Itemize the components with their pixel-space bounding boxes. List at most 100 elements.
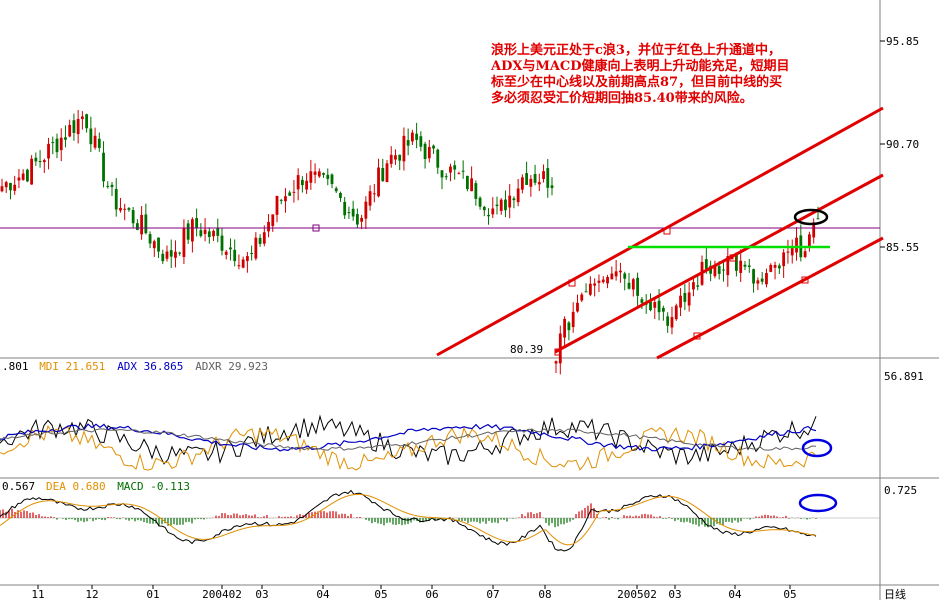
candle bbox=[279, 199, 283, 201]
candle bbox=[499, 199, 503, 211]
candle bbox=[529, 178, 533, 187]
candle bbox=[491, 208, 495, 215]
candle bbox=[30, 158, 34, 185]
candle bbox=[330, 174, 334, 185]
candle bbox=[360, 217, 364, 222]
candle bbox=[419, 136, 423, 147]
candle bbox=[687, 292, 691, 306]
candle bbox=[495, 204, 499, 207]
time-tick-label: 07 bbox=[486, 588, 499, 600]
candle bbox=[803, 251, 807, 258]
candle bbox=[542, 171, 545, 179]
candle bbox=[140, 214, 144, 235]
candle bbox=[267, 221, 270, 232]
candle bbox=[89, 128, 93, 145]
candle bbox=[525, 173, 529, 185]
pdi-line bbox=[0, 414, 817, 466]
candle bbox=[250, 252, 254, 255]
candle bbox=[254, 237, 258, 259]
candle bbox=[127, 208, 131, 210]
candle bbox=[288, 192, 292, 196]
candle bbox=[322, 173, 325, 175]
dmi-axis-label: 56.891 bbox=[884, 370, 924, 383]
candle bbox=[717, 266, 721, 274]
time-tick-label: 200402 bbox=[202, 588, 242, 600]
candle bbox=[747, 265, 751, 267]
candle bbox=[47, 143, 50, 159]
macd-legend-macd: MACD -0.113 bbox=[117, 480, 190, 493]
candle bbox=[786, 251, 790, 253]
candle bbox=[533, 174, 537, 183]
candle bbox=[207, 231, 211, 237]
candle bbox=[233, 249, 237, 262]
candle bbox=[119, 207, 122, 211]
candle bbox=[4, 182, 8, 188]
candle bbox=[97, 138, 101, 148]
candle bbox=[389, 154, 393, 164]
candle bbox=[627, 282, 631, 289]
candle bbox=[212, 230, 215, 237]
candle bbox=[760, 278, 764, 282]
candle bbox=[406, 140, 410, 146]
candle bbox=[368, 191, 372, 206]
candle bbox=[550, 185, 554, 189]
candle bbox=[610, 273, 614, 280]
candle bbox=[427, 146, 431, 159]
candle bbox=[670, 317, 674, 328]
candle bbox=[229, 247, 232, 250]
candle bbox=[808, 234, 811, 248]
candle bbox=[478, 197, 482, 207]
candle bbox=[351, 208, 355, 217]
candle bbox=[782, 252, 786, 267]
candle bbox=[182, 228, 186, 257]
channel-line bbox=[656, 236, 884, 360]
candle bbox=[305, 180, 309, 190]
candle bbox=[245, 256, 249, 261]
candle bbox=[487, 214, 490, 217]
candle bbox=[224, 251, 228, 255]
candle bbox=[343, 201, 347, 216]
candle bbox=[657, 300, 661, 313]
macd-legend-dea: DEA 0.680 bbox=[46, 480, 106, 493]
time-tick-label: 05 bbox=[374, 588, 387, 600]
candle bbox=[674, 305, 678, 320]
candle bbox=[186, 223, 190, 240]
candle bbox=[588, 283, 592, 295]
candle bbox=[258, 237, 262, 244]
price-tick-label: 90.70 bbox=[886, 138, 919, 151]
candle bbox=[76, 119, 80, 135]
candle bbox=[606, 277, 609, 284]
candle bbox=[313, 171, 317, 175]
price-tick-label: 85.55 bbox=[886, 241, 919, 254]
candle bbox=[512, 198, 516, 201]
candle bbox=[85, 114, 89, 129]
candle bbox=[377, 167, 380, 197]
candle bbox=[398, 154, 402, 161]
time-tick-label: 01 bbox=[146, 588, 159, 600]
candle bbox=[59, 137, 63, 151]
candle bbox=[546, 168, 550, 188]
candle bbox=[571, 311, 575, 328]
candle bbox=[440, 170, 444, 178]
candle bbox=[169, 250, 173, 257]
candle bbox=[636, 277, 640, 296]
candle bbox=[436, 149, 440, 168]
candle bbox=[190, 219, 194, 242]
candle bbox=[649, 301, 652, 311]
candle bbox=[504, 199, 507, 211]
candle bbox=[144, 214, 148, 234]
candle bbox=[432, 145, 435, 149]
candle bbox=[474, 183, 478, 199]
time-tick-label: 08 bbox=[538, 588, 551, 600]
candle bbox=[178, 252, 182, 254]
candle bbox=[174, 251, 177, 258]
dmi-legend-adxr: ADXR 29.923 bbox=[195, 360, 268, 373]
candle bbox=[567, 322, 571, 331]
candle bbox=[537, 182, 541, 185]
candle bbox=[752, 269, 755, 284]
candle bbox=[271, 214, 275, 227]
candle bbox=[402, 135, 406, 162]
candle bbox=[722, 269, 725, 271]
channel-line bbox=[436, 106, 884, 357]
candle bbox=[364, 201, 368, 219]
